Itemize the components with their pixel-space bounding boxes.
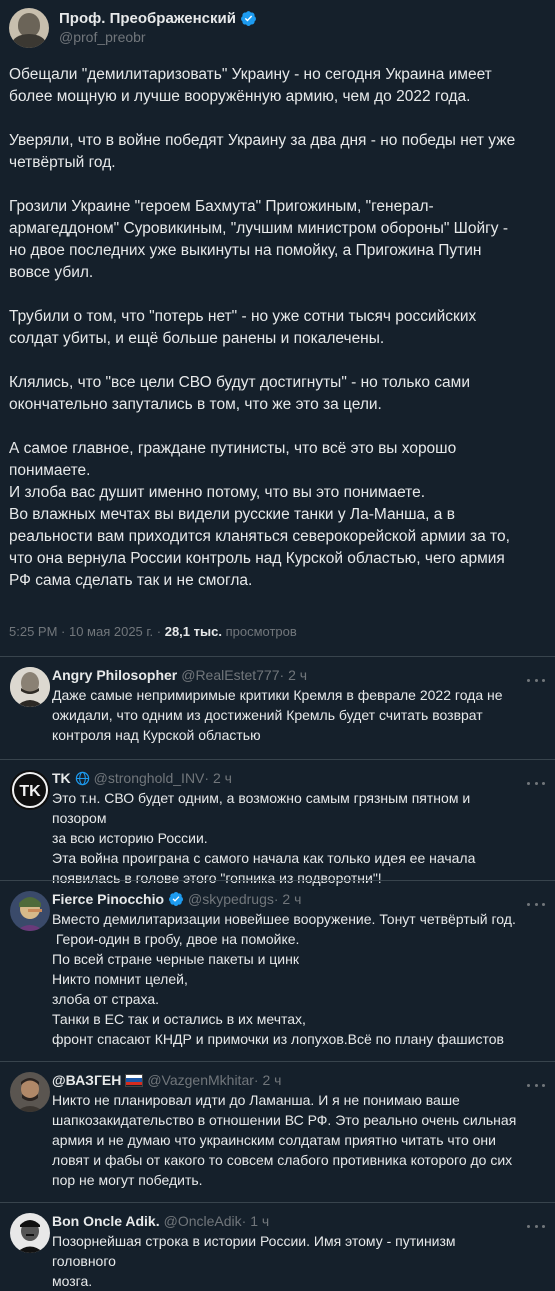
avatar-portrait	[10, 891, 50, 931]
avatar[interactable]	[10, 1213, 50, 1253]
reply-header: Fierce Pinocchio @skypedrugs · 2 ч	[52, 889, 522, 909]
avatar-portrait	[10, 1072, 50, 1112]
display-name-text[interactable]: Проф. Преображенский	[59, 9, 236, 28]
more-options-icon[interactable]	[527, 774, 545, 792]
reply-item[interactable]: Angry Philosopher @RealEstet777 · 2 ч Да…	[0, 657, 555, 759]
reply-content: @ВАЗГЕН @VazgenMkhitar · 2 ч Никто не пл…	[52, 1070, 522, 1190]
reply-text: Даже самые непримиримые критики Кремля в…	[52, 687, 503, 743]
reply-author-handle[interactable]: @VazgenMkhitar	[147, 1070, 254, 1090]
reply-header: @ВАЗГЕН @VazgenMkhitar · 2 ч	[52, 1070, 522, 1090]
avatar[interactable]: TK	[10, 770, 50, 810]
more-options-icon[interactable]	[527, 671, 545, 689]
reply-text: Вместо демилитаризации новейшее вооружен…	[52, 911, 516, 1047]
reply-item[interactable]: Bon Oncle Adik. @OncleAdik · 1 ч Позорне…	[0, 1203, 555, 1289]
more-options-icon[interactable]	[527, 1076, 545, 1094]
tweet-text: Обещали "демилитаризовать" Украину - но …	[9, 66, 516, 589]
views-count: 28,1 тыс.	[164, 624, 222, 639]
globe-icon	[75, 771, 89, 785]
reply-header: Bon Oncle Adik. @OncleAdik · 1 ч	[52, 1211, 522, 1231]
reply-time[interactable]: · 2 ч	[254, 1070, 282, 1090]
reply-text: Позорнейшая строка в истории России. Имя…	[52, 1233, 456, 1289]
tweet-author[interactable]: Проф. Преображенский @prof_preobr	[9, 8, 257, 48]
reply-time[interactable]: · 2 ч	[280, 665, 308, 685]
reply-author-handle[interactable]: @skypedrugs	[188, 889, 274, 909]
author-display-name[interactable]: Проф. Преображенский	[59, 9, 257, 28]
reply-time[interactable]: · 1 ч	[242, 1211, 270, 1231]
avatar-portrait	[10, 1213, 50, 1253]
verified-badge-icon	[169, 892, 184, 906]
reply-author-name[interactable]: Bon Oncle Adik.	[52, 1211, 160, 1231]
reply-item[interactable]: @ВАЗГЕН @VazgenMkhitar · 2 ч Никто не пл…	[0, 1062, 555, 1202]
reply-author-name[interactable]: Angry Philosopher	[52, 665, 177, 685]
reply-author-handle[interactable]: @OncleAdik	[164, 1211, 242, 1231]
russian-flag-icon	[125, 1073, 144, 1087]
reply-author-name[interactable]: Fierce Pinocchio	[52, 889, 164, 909]
author-handle[interactable]: @prof_preobr	[59, 28, 257, 47]
reply-author-name[interactable]: @ВАЗГЕН	[52, 1070, 121, 1090]
reply-text: Никто не планировал идти до Ламанша. И я…	[52, 1092, 517, 1188]
more-options-icon[interactable]	[527, 1217, 545, 1235]
reply-content: Fierce Pinocchio @skypedrugs · 2 ч Вмест…	[52, 889, 522, 1049]
avatar[interactable]	[10, 1072, 50, 1112]
reply-content: TK @stronghold_INV · 2 ч Это т.н. СВО бу…	[52, 768, 522, 888]
avatar-portrait	[10, 667, 50, 707]
reply-header: Angry Philosopher @RealEstet777 · 2 ч	[52, 665, 522, 685]
reply-content: Bon Oncle Adik. @OncleAdik · 1 ч Позорне…	[52, 1211, 522, 1291]
reply-text: Это т.н. СВО будет одним, а возможно сам…	[52, 790, 476, 886]
reply-header: TK @stronghold_INV · 2 ч	[52, 768, 522, 788]
views-label: просмотров	[221, 624, 297, 639]
avatar[interactable]	[10, 667, 50, 707]
more-options-icon[interactable]	[527, 895, 545, 913]
reply-time[interactable]: · 2 ч	[274, 889, 302, 909]
verified-badge-icon	[240, 11, 256, 26]
reply-item[interactable]: Fierce Pinocchio @skypedrugs · 2 ч Вмест…	[0, 881, 555, 1061]
author-names: Проф. Преображенский @prof_preobr	[59, 9, 257, 47]
tweet-meta: 5:25 PM · 10 мая 2025 г. · 28,1 тыс. про…	[9, 624, 297, 639]
reply-author-handle[interactable]: @RealEstet777	[181, 665, 279, 685]
avatar[interactable]	[9, 8, 49, 48]
avatar-logo-text: TK	[19, 783, 41, 800]
reply-item[interactable]: TK TK @stronghold_INV · 2 ч Это т.н. СВО…	[0, 760, 555, 886]
reply-author-name[interactable]: TK	[52, 768, 71, 788]
tweet-timestamp[interactable]: 5:25 PM · 10 мая 2025 г. ·	[9, 624, 165, 639]
reply-content: Angry Philosopher @RealEstet777 · 2 ч Да…	[52, 665, 522, 745]
avatar[interactable]	[10, 891, 50, 931]
reply-author-handle[interactable]: @stronghold_INV	[94, 768, 205, 788]
reply-time[interactable]: · 2 ч	[204, 768, 232, 788]
avatar-logo: TK	[10, 770, 50, 810]
